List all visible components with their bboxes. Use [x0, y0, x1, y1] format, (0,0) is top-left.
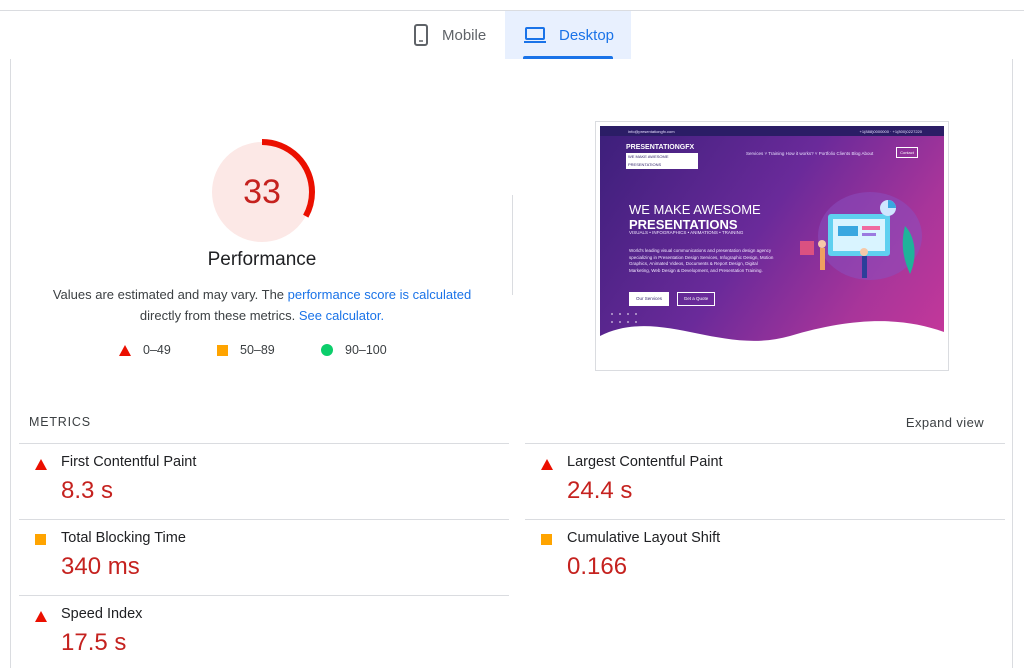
- screenshot-illustration: [800, 192, 922, 280]
- final-screenshot: info@presentationgfx.com +1(888)0000000 …: [595, 121, 949, 371]
- smartphone-icon: [414, 24, 428, 46]
- metric-label: Total Blocking Time: [61, 530, 186, 546]
- vertical-divider: [512, 195, 513, 295]
- screenshot-phones: +1(888)0000000 · +1(800)0227220: [859, 129, 923, 134]
- metric-value: 340 ms: [61, 553, 140, 580]
- description-prefix: Values are estimated and may vary. The: [52, 287, 288, 302]
- metric-label: First Contentful Paint: [61, 454, 197, 470]
- metric-value: 17.5 s: [61, 629, 127, 656]
- metric-speed-index: Speed Index 17.5 s: [19, 595, 499, 668]
- triangle-icon: [541, 459, 553, 470]
- score-legend: 0–49 50–89 90–100: [11, 343, 511, 363]
- legend-average-label: 50–89: [240, 343, 275, 357]
- screenshot-tagline: VISUALS • INFOGRAPHICS • ANIMATIONS • TR…: [629, 230, 744, 235]
- report-panel: 33 Performance Values are estimated and …: [10, 59, 1013, 668]
- screenshot-headline: WE MAKE AWESOME PRESENTATIONS: [629, 202, 761, 232]
- square-icon: [35, 534, 46, 545]
- description-middle: directly from these metrics.: [139, 308, 299, 323]
- screenshot-headline-1: WE MAKE AWESOME: [629, 202, 761, 217]
- screenshot-image: info@presentationgfx.com +1(888)0000000 …: [600, 126, 944, 366]
- metric-largest-contentful-paint: Largest Contentful Paint 24.4 s: [525, 443, 1005, 519]
- screenshot-wave: [600, 313, 944, 366]
- performance-description: Values are estimated and may vary. The p…: [41, 284, 483, 326]
- screenshot-logo-text: PRESENTATIONGFX: [626, 144, 695, 151]
- metric-label: Speed Index: [61, 606, 143, 622]
- score-calculation-link[interactable]: performance score is calculated: [288, 287, 472, 302]
- metric-label: Largest Contentful Paint: [567, 454, 723, 470]
- performance-score: 33: [243, 172, 281, 211]
- tab-desktop-label: Desktop: [559, 26, 615, 44]
- square-icon: [217, 344, 228, 356]
- legend-average: 50–89: [217, 343, 275, 357]
- screenshot-logo: PRESENTATIONGFX WE MAKE AWESOME PRESENTA…: [626, 144, 698, 169]
- calculator-link[interactable]: See calculator.: [299, 308, 384, 323]
- legend-fail: 0–49: [119, 343, 171, 357]
- metric-cumulative-layout-shift: Cumulative Layout Shift 0.166: [525, 519, 1005, 595]
- screenshot-contact-button: Contact: [896, 147, 918, 158]
- tab-mobile[interactable]: Mobile: [400, 11, 504, 59]
- device-tabs: Mobile Desktop: [0, 11, 1024, 59]
- metric-value: 24.4 s: [567, 477, 633, 504]
- triangle-icon: [119, 344, 131, 356]
- screenshot-email: info@presentationgfx.com: [628, 129, 675, 134]
- screenshot-logo-tag: WE MAKE AWESOME PRESENTATIONS: [626, 153, 698, 169]
- triangle-icon: [35, 459, 47, 470]
- metrics-heading: METRICS: [29, 415, 91, 429]
- metric-first-contentful-paint: First Contentful Paint 8.3 s: [19, 443, 499, 519]
- legend-fail-label: 0–49: [143, 343, 171, 357]
- metric-total-blocking-time: Total Blocking Time 340 ms: [19, 519, 499, 595]
- circle-icon: [321, 344, 333, 356]
- legend-pass: 90–100: [321, 343, 387, 357]
- screenshot-nav: Services ˅ Training How it works? ˅ Port…: [746, 151, 874, 156]
- tab-mobile-label: Mobile: [442, 26, 487, 44]
- performance-title: Performance: [207, 249, 317, 270]
- screenshot-paragraph: World's leading visual communications an…: [629, 248, 774, 273]
- expand-view-toggle[interactable]: Expand view: [906, 415, 984, 430]
- laptop-icon: [524, 27, 546, 43]
- metric-value: 8.3 s: [61, 477, 114, 504]
- screenshot-topbar: info@presentationgfx.com +1(888)0000000 …: [600, 126, 944, 136]
- square-icon: [541, 534, 552, 545]
- performance-gauge: 33: [201, 131, 323, 253]
- triangle-icon: [35, 611, 47, 622]
- tab-desktop[interactable]: Desktop: [505, 11, 631, 59]
- metric-label: Cumulative Layout Shift: [567, 530, 721, 546]
- metric-value: 0.166: [567, 553, 628, 580]
- legend-pass-label: 90–100: [345, 343, 387, 357]
